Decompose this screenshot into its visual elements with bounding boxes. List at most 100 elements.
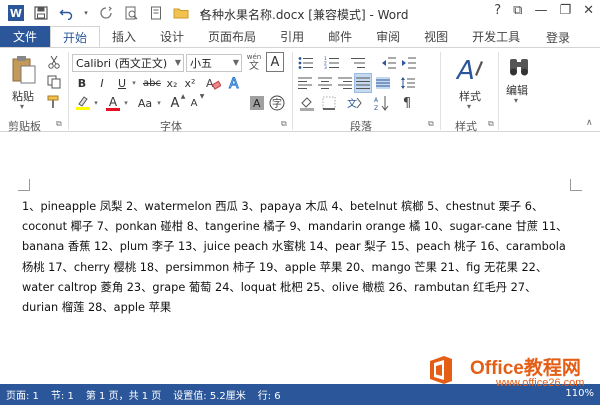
character-border-label: A: [270, 54, 280, 70]
chevron-down-icon: ▼: [232, 58, 239, 67]
borders-icon[interactable]: [320, 94, 338, 112]
status-position[interactable]: 设置值: 5.2厘米: [167, 387, 251, 402]
font-name-value: Calibri (西文正文): [76, 57, 168, 70]
justify-icon[interactable]: [354, 73, 372, 93]
change-case-button[interactable]: Aa: [134, 94, 156, 112]
group-label-paragraph: 段落: [350, 120, 372, 133]
svg-text:A: A: [229, 76, 239, 91]
cut-icon[interactable]: [46, 54, 62, 70]
enclose-characters-icon[interactable]: 字: [268, 94, 286, 112]
bold-button[interactable]: B: [74, 74, 90, 92]
superscript-button[interactable]: x²: [182, 74, 198, 92]
tab-insert[interactable]: 插入: [100, 26, 148, 47]
subscript-button[interactable]: x₂: [164, 74, 180, 92]
grow-font-arrow-icon: ▲: [180, 92, 186, 100]
clipboard-launcher-icon[interactable]: ⧉: [56, 119, 62, 129]
paragraph-launcher-icon[interactable]: ⧉: [428, 119, 434, 129]
tab-mailings[interactable]: 邮件: [316, 26, 364, 47]
help-button[interactable]: ?: [494, 3, 501, 18]
status-page[interactable]: 页面: 1: [0, 387, 45, 402]
underline-button[interactable]: U: [114, 74, 130, 92]
font-size-select[interactable]: 小五 ▼: [186, 54, 242, 72]
font-name-select[interactable]: Calibri (西文正文) ▼: [72, 54, 184, 72]
change-case-dropdown-icon[interactable]: ▾: [155, 94, 163, 112]
highlight-dropdown-icon[interactable]: ▾: [92, 94, 100, 112]
show-marks-icon[interactable]: ¶: [398, 94, 416, 112]
font-color-dropdown-icon[interactable]: ▾: [122, 94, 130, 112]
font-color-button[interactable]: A: [104, 94, 122, 112]
tab-page-layout[interactable]: 页面布局: [196, 26, 268, 47]
text-effects-icon[interactable]: A: [226, 74, 244, 92]
separator: [292, 52, 293, 130]
status-page-count[interactable]: 第 1 页，共 1 页: [80, 387, 167, 402]
font-size-value: 小五: [190, 57, 212, 70]
chinese-layout-icon[interactable]: 文: [344, 94, 364, 112]
distributed-icon[interactable]: [374, 74, 392, 92]
editing-dropdown-icon[interactable]: ▾: [514, 96, 518, 105]
status-line[interactable]: 行: 6: [252, 387, 287, 402]
italic-button[interactable]: I: [94, 74, 110, 92]
font-launcher-icon[interactable]: ⧉: [281, 119, 287, 129]
multilevel-list-icon[interactable]: [348, 54, 368, 72]
tab-home[interactable]: 开始: [50, 26, 101, 48]
minimize-button[interactable]: —: [534, 3, 547, 18]
separator: [498, 52, 499, 130]
decrease-indent-icon[interactable]: [380, 54, 398, 72]
undo-icon[interactable]: [58, 5, 74, 21]
align-right-icon[interactable]: [336, 74, 354, 92]
collapse-ribbon-icon[interactable]: ∧: [586, 118, 593, 128]
format-painter-icon[interactable]: [46, 94, 62, 110]
paste-dropdown-icon[interactable]: ▾: [20, 102, 24, 111]
svg-text:A: A: [455, 56, 475, 85]
document-icon[interactable]: [148, 5, 164, 21]
styles-launcher-icon[interactable]: ⧉: [488, 119, 494, 129]
binoculars-icon[interactable]: [504, 52, 534, 80]
sort-icon[interactable]: AZ: [372, 94, 392, 112]
tab-design[interactable]: 设计: [148, 26, 196, 47]
underline-dropdown-icon[interactable]: ▾: [130, 74, 138, 92]
tab-references[interactable]: 引用: [268, 26, 316, 47]
separator: [440, 52, 441, 130]
print-preview-icon[interactable]: [123, 5, 139, 21]
group-label-styles: 样式: [455, 120, 477, 133]
word-logo-icon[interactable]: W: [8, 5, 24, 21]
character-shading-icon[interactable]: A: [248, 94, 266, 112]
bullets-icon[interactable]: [296, 54, 316, 72]
styles-icon[interactable]: A: [452, 52, 486, 86]
redo-icon[interactable]: [98, 5, 114, 21]
tab-file[interactable]: 文件: [0, 26, 50, 47]
close-button[interactable]: ✕: [583, 3, 594, 18]
watermark-url: www.office26.com: [496, 377, 585, 389]
increase-indent-icon[interactable]: [400, 54, 418, 72]
numbering-icon[interactable]: 123: [322, 54, 342, 72]
open-folder-icon[interactable]: [173, 5, 189, 21]
shading-icon[interactable]: [298, 94, 316, 112]
align-left-icon[interactable]: [296, 74, 314, 92]
login-link[interactable]: 登录: [546, 29, 570, 46]
undo-dropdown-icon[interactable]: ▾: [83, 5, 89, 21]
status-section[interactable]: 节: 1: [45, 387, 80, 402]
paste-icon[interactable]: [10, 54, 38, 86]
document-body-text[interactable]: 1、pineapple 凤梨 2、watermelon 西瓜 3、papaya …: [22, 197, 570, 318]
align-center-icon[interactable]: [316, 74, 334, 92]
ribbon-display-options-button[interactable]: ⧉: [513, 3, 522, 18]
copy-icon[interactable]: [46, 74, 62, 90]
phonetic-guide-button[interactable]: wén 文: [245, 52, 263, 72]
document-area[interactable]: 1、pineapple 凤梨 2、watermelon 西瓜 3、papaya …: [0, 133, 600, 384]
strikethrough-button[interactable]: abc: [142, 74, 162, 92]
phonetic-char: 文: [249, 61, 259, 72]
character-border-button[interactable]: A: [266, 52, 284, 72]
svg-text:文: 文: [347, 97, 357, 110]
tab-review[interactable]: 审阅: [364, 26, 412, 47]
window-title: 各种水果名称.docx [兼容模式] - Word: [200, 8, 409, 22]
tab-view[interactable]: 视图: [412, 26, 460, 47]
restore-button[interactable]: ❐: [559, 3, 571, 18]
line-spacing-icon[interactable]: [398, 74, 418, 92]
save-icon[interactable]: [33, 5, 49, 21]
highlight-color-icon[interactable]: [74, 94, 92, 112]
styles-dropdown-icon[interactable]: ▾: [467, 102, 471, 111]
clear-formatting-icon[interactable]: A: [204, 74, 222, 92]
office-logo-icon: [428, 355, 454, 385]
tab-developer[interactable]: 开发工具: [460, 26, 532, 47]
ribbon: 粘贴 ▾ 剪贴板 ⧉ Calibri (西文正文) ▼ 小五 ▼ wén 文 A…: [0, 47, 600, 133]
